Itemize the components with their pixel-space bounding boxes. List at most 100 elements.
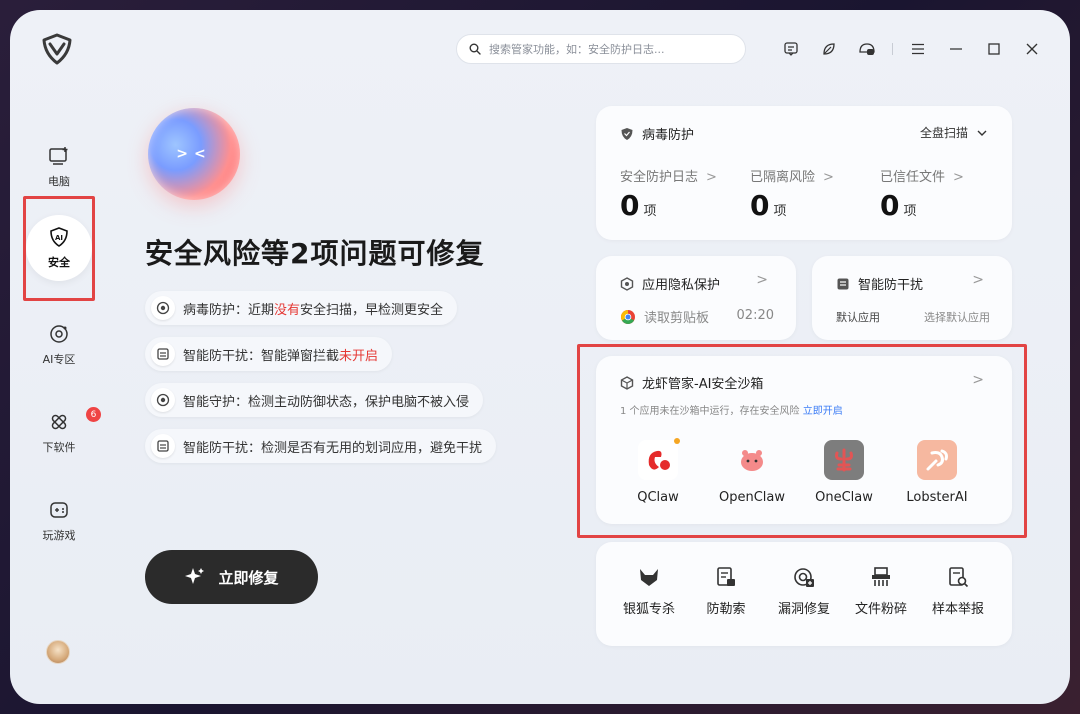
issue-item[interactable]: 病毒防护：近期没有安全扫描，早检测更安全 bbox=[145, 291, 458, 325]
sidebar-item-label: 安全 bbox=[48, 256, 70, 269]
default-app-label: 默认应用 bbox=[836, 311, 880, 324]
tool-label: 漏洞修复 bbox=[777, 602, 830, 617]
tool-label: 银狐专杀 bbox=[622, 602, 675, 617]
ai-sandbox-card: 龙虾管家-AI安全沙箱 > 1 个应用未在沙箱中运行，存在安全风险 立即开启 Q… bbox=[596, 356, 1012, 524]
page-title: 安全风险等2项问题可修复 bbox=[145, 237, 485, 270]
fix-now-button[interactable]: 立即修复 bbox=[145, 550, 318, 604]
tool-file-shredder[interactable]: 文件粉碎 bbox=[843, 566, 919, 617]
card-title: 应用隐私保护 bbox=[642, 278, 721, 293]
stat-trusted[interactable]: 已信任文件 > 0项 bbox=[880, 166, 964, 222]
full-scan-dropdown[interactable]: 全盘扫描 bbox=[920, 124, 988, 141]
document-lock-icon bbox=[717, 567, 735, 586]
chevron-right-icon: > bbox=[953, 170, 964, 185]
word-app-icon bbox=[151, 434, 175, 458]
feedback-icon[interactable] bbox=[772, 36, 810, 62]
shield-ai-icon: AI bbox=[50, 227, 68, 247]
avatar[interactable] bbox=[46, 640, 70, 664]
shredder-icon bbox=[872, 567, 890, 586]
anti-interference-card[interactable]: 智能防干扰 > 默认应用 选择默认应用 bbox=[812, 256, 1012, 340]
sandbox-app-oneclaw[interactable]: OneClaw bbox=[799, 440, 889, 505]
chevron-right-icon: > bbox=[706, 170, 717, 185]
sidebar-item-computer[interactable]: 电脑 bbox=[24, 132, 94, 202]
sidebar-item-download[interactable]: 6 下软件 bbox=[24, 398, 101, 468]
sidebar-item-ai-zone[interactable]: AI专区 bbox=[24, 310, 94, 380]
qclaw-icon bbox=[638, 438, 680, 480]
download-icon: 6 bbox=[48, 407, 101, 433]
app-name: OpenClaw bbox=[718, 490, 785, 505]
issue-item[interactable]: 智能防干扰：检测是否有无用的划词应用，避免干扰 bbox=[145, 429, 497, 463]
issue-text: 病毒防护：近期没有安全扫描，早检测更安全 bbox=[183, 302, 444, 318]
search-input[interactable] bbox=[489, 42, 729, 56]
lobsterai-icon bbox=[917, 440, 957, 480]
full-scan-label: 全盘扫描 bbox=[919, 126, 968, 140]
svg-text:AI: AI bbox=[55, 234, 63, 242]
chevron-right-icon[interactable]: > bbox=[972, 372, 984, 388]
sparkle-icon bbox=[185, 568, 205, 584]
sidebar-item-security[interactable]: AI 安全 bbox=[26, 215, 92, 281]
tool-silver-fox-kill[interactable]: 银狐专杀 bbox=[611, 566, 687, 617]
maximize-icon[interactable] bbox=[975, 36, 1013, 62]
app-logo-icon bbox=[40, 32, 74, 66]
anti-popup-icon bbox=[837, 278, 849, 289]
sandbox-cube-icon bbox=[620, 375, 634, 390]
card-title: 智能防干扰 bbox=[858, 278, 924, 293]
tools-card: 银狐专杀 防勒索 漏洞修复 文件粉碎 样本举报 bbox=[596, 542, 1012, 646]
privacy-item-label: 读取剪贴板 bbox=[644, 311, 710, 326]
minimize-icon[interactable] bbox=[937, 36, 975, 62]
chevron-down-icon bbox=[977, 130, 987, 136]
stat-unit: 项 bbox=[773, 204, 787, 219]
issue-item[interactable]: 智能守护：检测主动防御状态，保护电脑不被入侵 bbox=[145, 383, 484, 417]
sidebar-item-games[interactable]: 玩游戏 bbox=[24, 486, 94, 556]
issue-item[interactable]: 智能防干扰：智能弹窗拦截未开启 bbox=[145, 337, 393, 371]
menu-icon[interactable] bbox=[899, 36, 937, 62]
chevron-right-icon: > bbox=[972, 272, 984, 288]
sidebar-item-label: 电脑 bbox=[48, 175, 70, 188]
stat-label: 已隔离风险 bbox=[750, 170, 816, 185]
chrome-icon bbox=[621, 309, 635, 324]
sandbox-app-qclaw[interactable]: QClaw bbox=[613, 438, 703, 505]
openclaw-icon bbox=[732, 440, 772, 480]
card-title: 病毒防护 bbox=[642, 128, 695, 143]
popup-block-icon bbox=[151, 342, 175, 366]
app-privacy-card[interactable]: 应用隐私保护 > 读取剪贴板 02:20 bbox=[596, 256, 796, 340]
sandbox-description: 1 个应用未在沙箱中运行，存在安全风险 立即开启 bbox=[620, 406, 843, 417]
vip-helmet-icon[interactable] bbox=[848, 36, 886, 62]
ai-planet-icon bbox=[50, 325, 68, 343]
fix-now-label: 立即修复 bbox=[218, 568, 279, 587]
sandbox-app-lobsterai[interactable]: LobsterAI bbox=[892, 440, 982, 505]
card-title: 龙虾管家-AI安全沙箱 bbox=[642, 377, 764, 392]
shield-icon bbox=[621, 127, 633, 140]
tool-anti-ransomware[interactable]: 防勒索 bbox=[688, 566, 764, 617]
tool-vulnerability-fix[interactable]: 漏洞修复 bbox=[766, 566, 842, 617]
fox-icon bbox=[640, 569, 658, 586]
chevron-right-icon: > bbox=[756, 272, 768, 288]
issue-text: 智能防干扰：检测是否有无用的划词应用，避免干扰 bbox=[183, 440, 483, 456]
sidebar-item-label: AI专区 bbox=[42, 353, 76, 366]
skin-leaf-icon[interactable] bbox=[810, 36, 848, 62]
app-name: LobsterAI bbox=[906, 490, 968, 505]
document-search-icon bbox=[949, 567, 969, 588]
stat-value: 0 bbox=[620, 189, 640, 222]
sandbox-app-openclaw[interactable]: OpenClaw bbox=[707, 440, 797, 505]
virus-protection-icon bbox=[151, 296, 175, 320]
choose-default-app-link[interactable]: 选择默认应用 bbox=[924, 309, 990, 325]
tool-sample-report[interactable]: 样本举报 bbox=[920, 566, 996, 617]
sidebar-item-label: 下软件 bbox=[42, 441, 76, 454]
privacy-time: 02:20 bbox=[736, 308, 774, 323]
computer-icon bbox=[49, 147, 68, 165]
stat-unit: 项 bbox=[903, 204, 917, 219]
enable-now-link[interactable]: 立即开启 bbox=[803, 406, 843, 417]
stat-quarantine[interactable]: 已隔离风险 > 0项 bbox=[750, 166, 834, 222]
search-box[interactable] bbox=[456, 34, 746, 64]
toolbar-divider bbox=[892, 43, 893, 55]
issue-text: 智能防干扰：智能弹窗拦截未开启 bbox=[183, 348, 379, 364]
app-name: QClaw bbox=[637, 490, 679, 505]
virus-protection-card: 病毒防护 全盘扫描 安全防护日志 > 0 项 已隔离风险 > 0项 已信任文件 > 0项 bbox=[596, 106, 1012, 240]
stat-log[interactable]: 安全防护日志 > 0项 bbox=[620, 166, 717, 222]
tool-label: 样本举报 bbox=[931, 602, 984, 617]
privacy-cube-icon bbox=[620, 276, 634, 291]
status-orb: >< bbox=[148, 108, 240, 200]
close-icon[interactable] bbox=[1013, 36, 1051, 62]
stat-label: 安全防护日志 bbox=[620, 170, 699, 185]
app-name: OneClaw bbox=[815, 490, 873, 505]
